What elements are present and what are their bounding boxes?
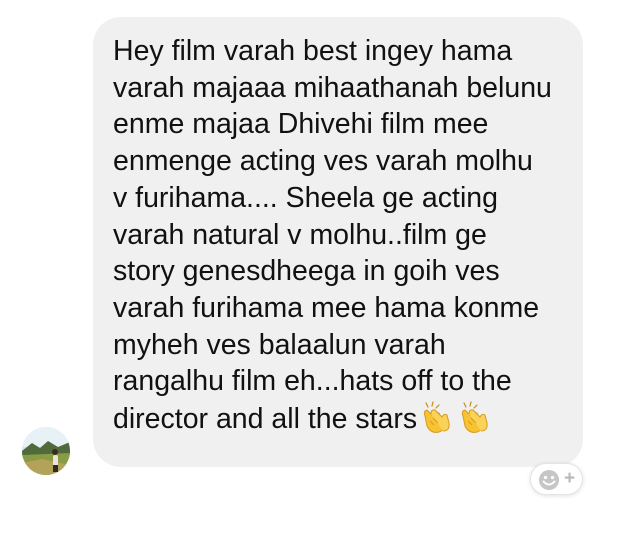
plus-icon: + xyxy=(564,468,576,489)
message-line: Hey film varah best ingey hama xyxy=(113,35,513,67)
message-line: varah natural v molhu..film ge xyxy=(113,218,487,251)
message-line: varah furihama mee hama konme xyxy=(113,291,540,324)
message-line: enmenge acting ves varah molhu xyxy=(113,145,533,178)
clapping-hands-icon xyxy=(457,400,493,444)
message-line: director and all the stars xyxy=(113,403,418,436)
message-last-line: director and all the stars xyxy=(113,400,569,444)
avatar[interactable] xyxy=(22,427,70,475)
message-bubble[interactable]: Hey film varah best ingey hama varah maj… xyxy=(93,17,583,467)
add-reaction-button[interactable]: + xyxy=(530,463,583,495)
message-line: varah majaaa mihaathanah belunu xyxy=(113,71,552,104)
message-line: v furihama.... Sheela ge acting xyxy=(113,181,498,214)
message-line: rangalhu film eh...hats off to the xyxy=(113,365,512,398)
message-line: story genesdheega in goih ves xyxy=(113,255,500,288)
smiley-icon xyxy=(539,470,559,490)
message-line: myheh ves balaalun varah xyxy=(113,328,446,361)
clapping-hands-icon xyxy=(419,400,455,444)
message-line: enme majaa Dhivehi film mee xyxy=(113,108,489,141)
